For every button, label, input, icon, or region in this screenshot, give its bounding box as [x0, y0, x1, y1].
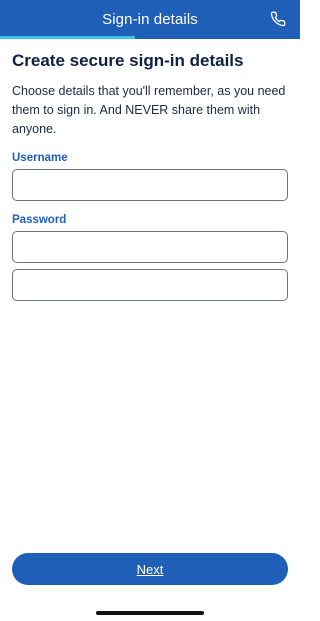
- header-title: Sign-in details: [102, 10, 198, 28]
- screen: Sign-in details Create secure sign-in de…: [0, 0, 300, 621]
- password-input[interactable]: [12, 231, 288, 263]
- main-content: Create secure sign-in details Choose det…: [12, 50, 288, 301]
- progress-fill: [0, 36, 135, 39]
- confirm-password-input[interactable]: [12, 269, 288, 301]
- phone-icon[interactable]: [268, 9, 288, 29]
- username-input[interactable]: [12, 169, 288, 201]
- next-button[interactable]: Next: [12, 553, 288, 585]
- password-label: Password: [12, 214, 67, 226]
- username-label: Username: [12, 152, 68, 164]
- progress-bar: [0, 36, 300, 39]
- app-header: Sign-in details: [0, 0, 300, 38]
- intro-text: Choose details that you'll remember, as …: [12, 84, 286, 136]
- page-title: Create secure sign-in details: [12, 51, 244, 70]
- home-indicator: [96, 611, 204, 615]
